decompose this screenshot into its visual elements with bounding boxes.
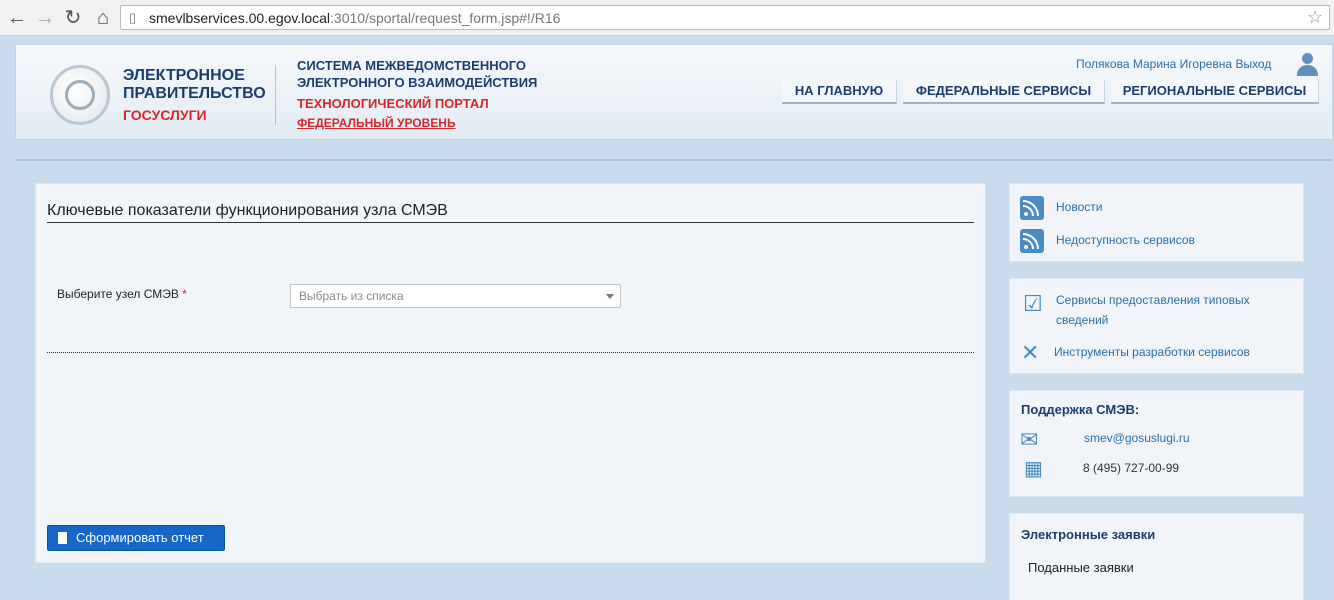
- checkbox-check-icon: ☑: [1023, 291, 1043, 316]
- logo-gosuslugi[interactable]: ГОСУСЛУГИ: [123, 107, 207, 123]
- required-mark: *: [182, 287, 187, 301]
- system-title: СИСТЕМА МЕЖВЕДОМСТВЕННОГО ЭЛЕКТРОННОГО В…: [297, 58, 538, 90]
- dev-tools-link[interactable]: Инструменты разработки сервисов: [1054, 342, 1250, 362]
- logo-text[interactable]: ЭЛЕКТРОННОЕ ПРАВИТЕЛЬСТВО: [123, 67, 266, 103]
- phone-icon: ▦: [1024, 458, 1043, 480]
- main-panel: Ключевые показатели функционирования узл…: [35, 183, 986, 563]
- news-box: Новости Недоступность сервисов: [1009, 183, 1304, 262]
- dotted-divider: [47, 352, 974, 353]
- logout-link[interactable]: Выход: [1235, 57, 1271, 71]
- page-icon: ▯: [129, 10, 137, 25]
- home-icon[interactable]: ⌂: [92, 7, 114, 29]
- user-name[interactable]: Полякова Марина Игоревна: [1076, 57, 1232, 71]
- news-link[interactable]: Новости: [1056, 197, 1102, 217]
- services-box: ☑ Сервисы предоставления типовых сведени…: [1009, 278, 1304, 374]
- gosuslugi-logo-icon[interactable]: [50, 65, 110, 125]
- browser-toolbar: ← → ↻ ⌂ ▯ smevlbservices.00.egov.local:3…: [0, 0, 1334, 36]
- support-phone: 8 (495) 727-00-99: [1083, 461, 1180, 475]
- typical-services-link[interactable]: Сервисы предоставления типовых сведений: [1056, 290, 1250, 330]
- url-text: smevlbservices.00.egov.local:3010/sporta…: [149, 10, 561, 26]
- generate-report-button[interactable]: Сформировать отчет: [47, 525, 225, 551]
- support-box: Поддержка СМЭВ: ✉ smev@gosuslugi.ru ▦ 8 …: [1009, 390, 1304, 497]
- portal-title: ТЕХНОЛОГИЧЕСКИЙ ПОРТАЛ: [297, 96, 489, 111]
- document-icon: [58, 532, 67, 544]
- user-icon[interactable]: [1296, 53, 1318, 77]
- site-header: ЭЛЕКТРОННОЕ ПРАВИТЕЛЬСТВО ГОСУСЛУГИ СИСТ…: [15, 44, 1333, 140]
- requests-title: Электронные заявки: [1021, 527, 1156, 542]
- mail-add-icon: ✉: [1020, 427, 1039, 452]
- submitted-requests-link[interactable]: Поданные заявки: [1028, 560, 1134, 575]
- title-underline: [47, 222, 974, 223]
- node-select[interactable]: Выбрать из списка: [290, 284, 621, 308]
- forward-icon[interactable]: →: [34, 7, 56, 29]
- support-email-link[interactable]: smev@gosuslugi.ru: [1084, 428, 1190, 448]
- header-divider: [275, 65, 276, 125]
- requests-box: Электронные заявки Поданные заявки: [1009, 513, 1304, 600]
- rss-icon: [1020, 229, 1044, 253]
- bookmark-star-icon[interactable]: ☆: [1307, 7, 1323, 28]
- reload-icon[interactable]: ↻: [62, 7, 84, 29]
- node-field-label: Выберите узел СМЭВ *: [57, 287, 187, 301]
- nav-home[interactable]: НА ГЛАВНУЮ: [782, 80, 897, 104]
- nav-federal-services[interactable]: ФЕДЕРАЛЬНЫЕ СЕРВИСЫ: [903, 80, 1105, 104]
- page-title: Ключевые показатели функционирования узл…: [47, 202, 448, 219]
- user-info: Полякова Марина Игоревна Выход: [1076, 57, 1271, 71]
- tools-icon: ✕: [1021, 340, 1040, 365]
- level-link[interactable]: ФЕДЕРАЛЬНЫЙ УРОВЕНЬ: [297, 116, 456, 130]
- back-icon[interactable]: ←: [6, 7, 28, 29]
- content-top-border: [15, 159, 1333, 161]
- nav-regional-services[interactable]: РЕГИОНАЛЬНЫЕ СЕРВИСЫ: [1111, 80, 1319, 104]
- rss-icon: [1020, 196, 1044, 220]
- support-title: Поддержка СМЭВ:: [1021, 402, 1140, 417]
- chevron-down-icon: [606, 294, 614, 299]
- address-bar[interactable]: ▯ smevlbservices.00.egov.local:3010/spor…: [120, 5, 1330, 30]
- unavailability-link[interactable]: Недоступность сервисов: [1056, 230, 1195, 250]
